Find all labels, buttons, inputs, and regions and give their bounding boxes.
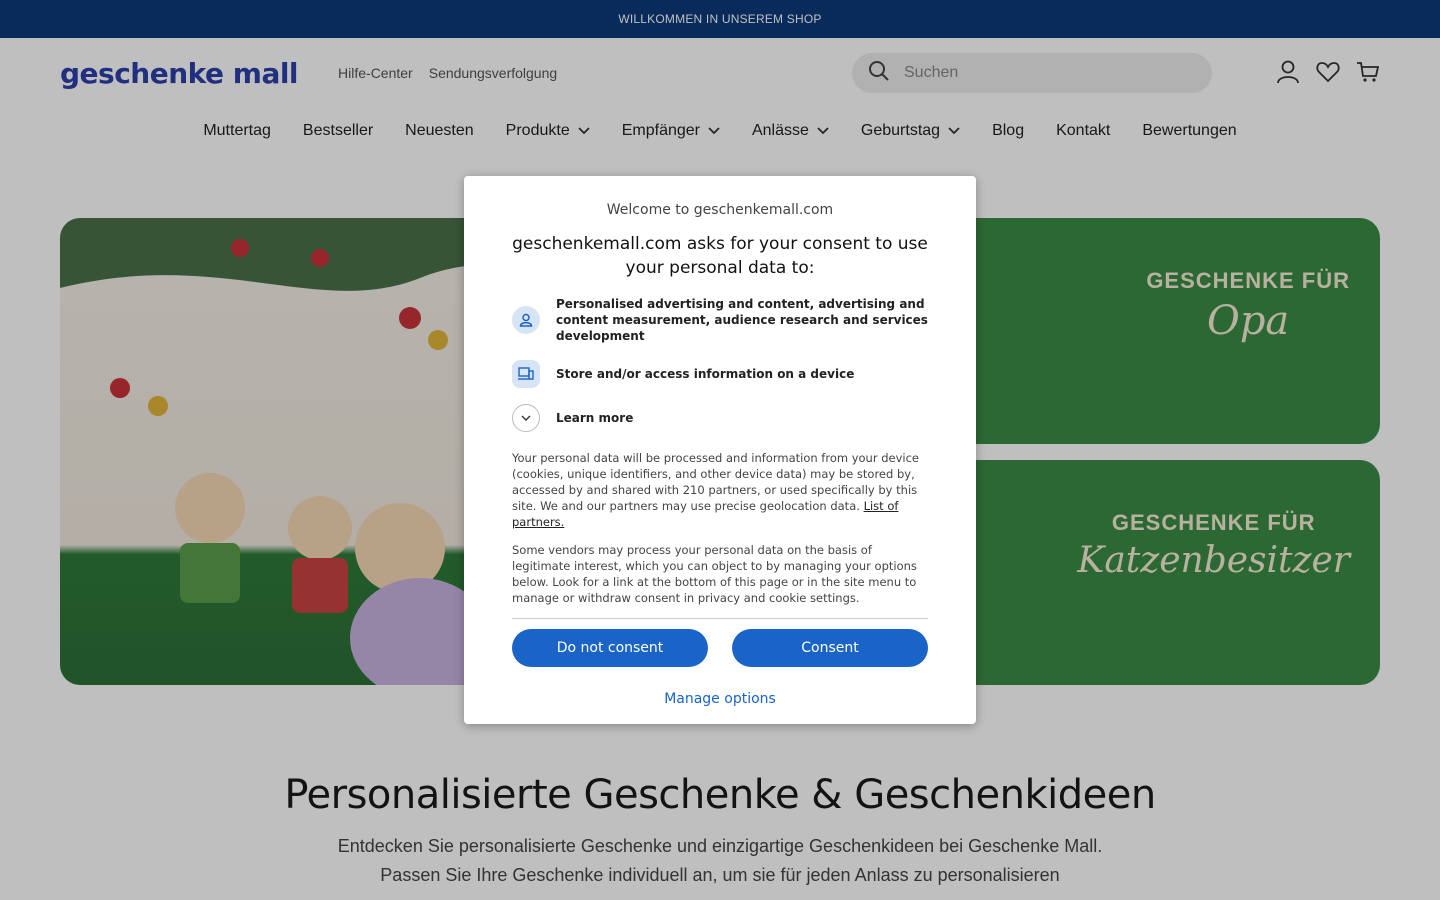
- do-not-consent-button[interactable]: Do not consent: [512, 629, 708, 667]
- purpose-2-text: Store and/or access information on a dev…: [556, 367, 855, 381]
- devices-icon: [512, 360, 540, 388]
- consent-title: geschenkemall.com asks for your consent …: [512, 234, 928, 278]
- consent-paragraph-1: Your personal data will be processed and…: [512, 450, 928, 530]
- manage-options-link[interactable]: Manage options: [512, 691, 928, 707]
- purpose-1-text: Personalised advertising and content, ad…: [556, 297, 928, 343]
- chevron-down-icon[interactable]: [512, 404, 540, 432]
- consent-welcome: Welcome to geschenkemall.com: [606, 202, 834, 218]
- consent-buttons: Do not consent Consent: [512, 629, 928, 667]
- consent-purpose-1: Personalised advertising and content, ad…: [512, 296, 928, 344]
- consent-button[interactable]: Consent: [732, 629, 928, 667]
- consent-purpose-2: Store and/or access information on a dev…: [512, 360, 928, 388]
- consent-para-1-text: Your personal data will be processed and…: [512, 451, 920, 513]
- person-icon: [512, 306, 540, 334]
- learn-more-toggle[interactable]: Learn more: [512, 404, 928, 432]
- learn-more-label: Learn more: [556, 411, 634, 425]
- consent-dialog: Welcome to geschenkemall.com geschenkema…: [464, 176, 976, 724]
- consent-paragraph-2: Some vendors may process your personal d…: [512, 543, 917, 605]
- divider: [512, 618, 928, 619]
